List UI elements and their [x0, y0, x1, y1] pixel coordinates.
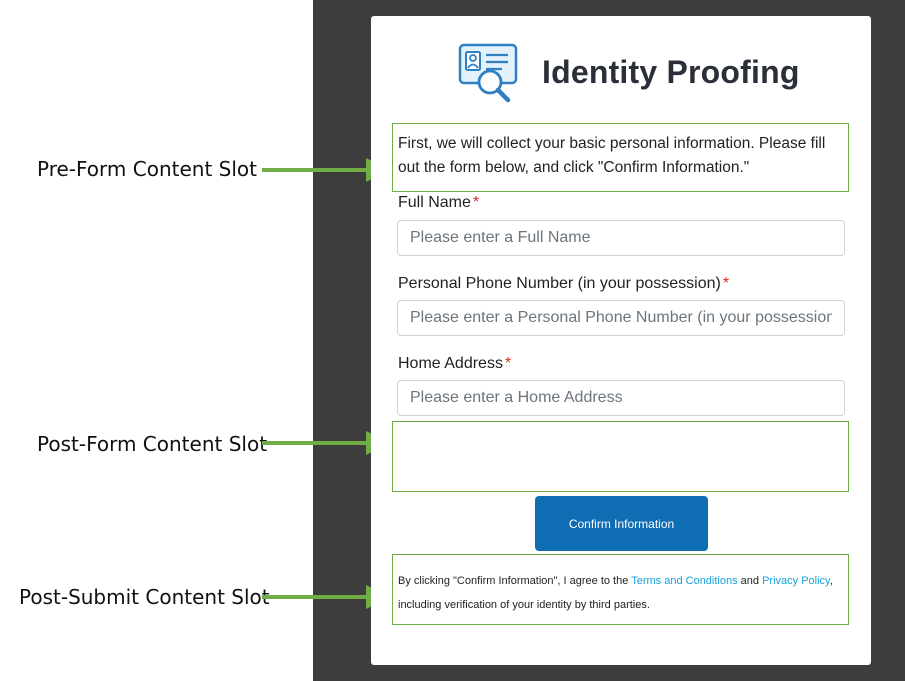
pre-form-text: First, we will collect your basic person… — [398, 135, 826, 176]
terms-middle: and — [737, 575, 763, 587]
annotation-post-form: Post-Form Content Slot — [37, 432, 268, 456]
phone-field[interactable] — [397, 300, 845, 336]
confirm-information-button[interactable]: Confirm Information — [535, 496, 708, 551]
required-asterisk: * — [472, 194, 480, 211]
annotation-post-submit: Post-Submit Content Slot — [19, 585, 270, 609]
privacy-policy-link[interactable]: Privacy Policy — [762, 575, 830, 587]
home-address-input[interactable] — [398, 381, 844, 415]
required-asterisk: * — [504, 355, 512, 372]
terms-prefix: By clicking "Confirm Information", I agr… — [398, 575, 632, 587]
phone-label-text: Personal Phone Number (in your possessio… — [398, 275, 721, 292]
header: Identity Proofing — [456, 42, 799, 106]
phone-label: Personal Phone Number (in your possessio… — [398, 275, 729, 293]
annotation-pre-form: Pre-Form Content Slot — [37, 157, 257, 181]
home-address-label-text: Home Address — [398, 355, 503, 372]
required-asterisk: * — [722, 275, 730, 292]
identity-proofing-card: Identity Proofing First, we will collect… — [371, 16, 871, 665]
post-submit-content-slot: By clicking "Confirm Information", I agr… — [392, 554, 849, 625]
full-name-input[interactable] — [398, 221, 844, 255]
terms-and-conditions-link[interactable]: Terms and Conditions — [631, 575, 737, 587]
page-title: Identity Proofing — [542, 54, 800, 90]
pre-form-content-slot: First, we will collect your basic person… — [392, 123, 849, 192]
full-name-label: Full Name * — [398, 194, 479, 212]
home-address-field[interactable] — [397, 380, 845, 416]
home-address-label: Home Address * — [398, 355, 511, 373]
full-name-label-text: Full Name — [398, 194, 471, 211]
id-card-search-icon — [458, 43, 518, 103]
full-name-field[interactable] — [397, 220, 845, 256]
terms-text: By clicking "Confirm Information", I agr… — [398, 569, 848, 617]
post-form-content-slot — [392, 421, 849, 492]
phone-input[interactable] — [398, 301, 844, 335]
